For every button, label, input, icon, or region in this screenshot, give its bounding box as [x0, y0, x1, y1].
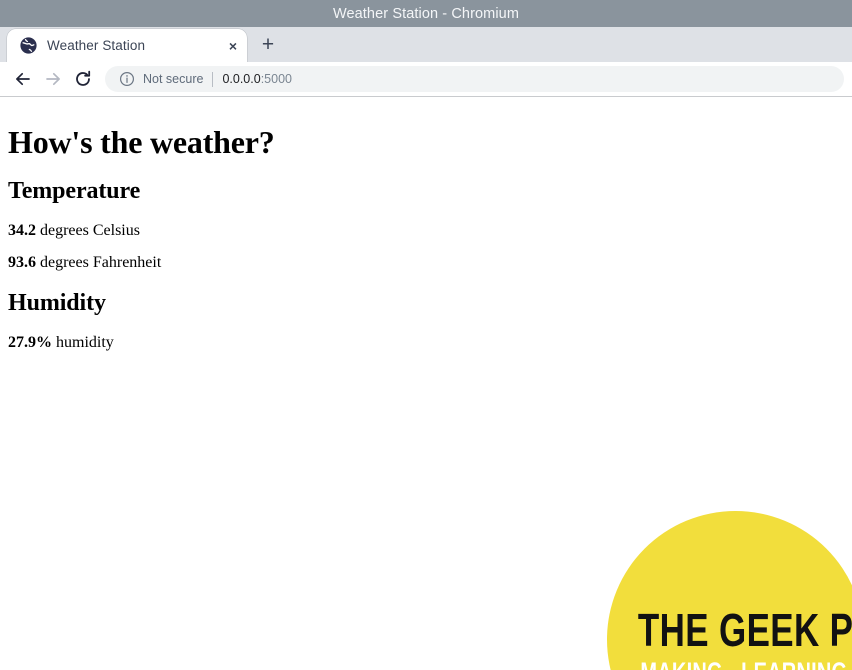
tab-strip: Weather Station × + [0, 27, 852, 62]
page-viewport: How's the weather? Temperature 34.2 degr… [0, 97, 852, 670]
tab-close-button[interactable]: × [219, 32, 247, 60]
logo-title: THE GEEK PUB [637, 604, 852, 656]
reload-button[interactable] [68, 64, 98, 94]
forward-button[interactable] [38, 64, 68, 94]
reading-fahrenheit: 93.6 degrees Fahrenheit [8, 255, 275, 271]
url-port: :5000 [260, 72, 292, 86]
logo-subtitle: MAKING - LEARNING [640, 659, 847, 670]
reading-humidity: 27.9% humidity [8, 335, 275, 351]
back-button[interactable] [8, 64, 38, 94]
reading-fahrenheit-label: degrees Fahrenheit [36, 254, 162, 271]
browser-toolbar: Not secure 0.0.0.0:5000 [0, 62, 852, 97]
reading-celsius: 34.2 degrees Celsius [8, 223, 275, 239]
tab-title: Weather Station [47, 38, 146, 53]
omnibox-divider [212, 71, 214, 87]
url-host: 0.0.0.0 [222, 72, 261, 86]
reading-celsius-value: 34.2 [8, 222, 36, 239]
info-circle-icon[interactable] [119, 71, 135, 87]
url-text: 0.0.0.0:5000 [222, 72, 292, 86]
reading-humidity-label: humidity [52, 334, 114, 351]
reload-icon [73, 69, 93, 89]
reading-celsius-label: degrees Celsius [36, 222, 140, 239]
window-title: Weather Station - Chromium [332, 5, 520, 22]
security-status-label: Not secure [143, 72, 204, 86]
section-heading-temperature: Temperature [8, 178, 141, 204]
logo-circle-icon [607, 511, 852, 670]
window-title-bar: Weather Station - Chromium [0, 0, 852, 27]
reading-fahrenheit-value: 93.6 [8, 254, 36, 271]
globe-icon [20, 37, 37, 54]
reading-humidity-value: 27.9% [8, 334, 52, 351]
page-title: How's the weather? [8, 124, 275, 160]
forward-arrow-icon [43, 69, 63, 89]
geek-pub-logo: THE GEEK PUB MAKING - LEARNING [607, 511, 852, 670]
browser-window: Weather Station - Chromium Weather Stati… [0, 0, 852, 670]
address-bar[interactable]: Not secure 0.0.0.0:5000 [105, 66, 844, 92]
page-content: How's the weather? Temperature 34.2 degr… [0, 97, 283, 375]
section-heading-humidity: Humidity [8, 290, 106, 316]
tab-weather-station[interactable]: Weather Station × [7, 29, 247, 62]
new-tab-button[interactable]: + [251, 29, 285, 62]
back-arrow-icon [13, 69, 33, 89]
